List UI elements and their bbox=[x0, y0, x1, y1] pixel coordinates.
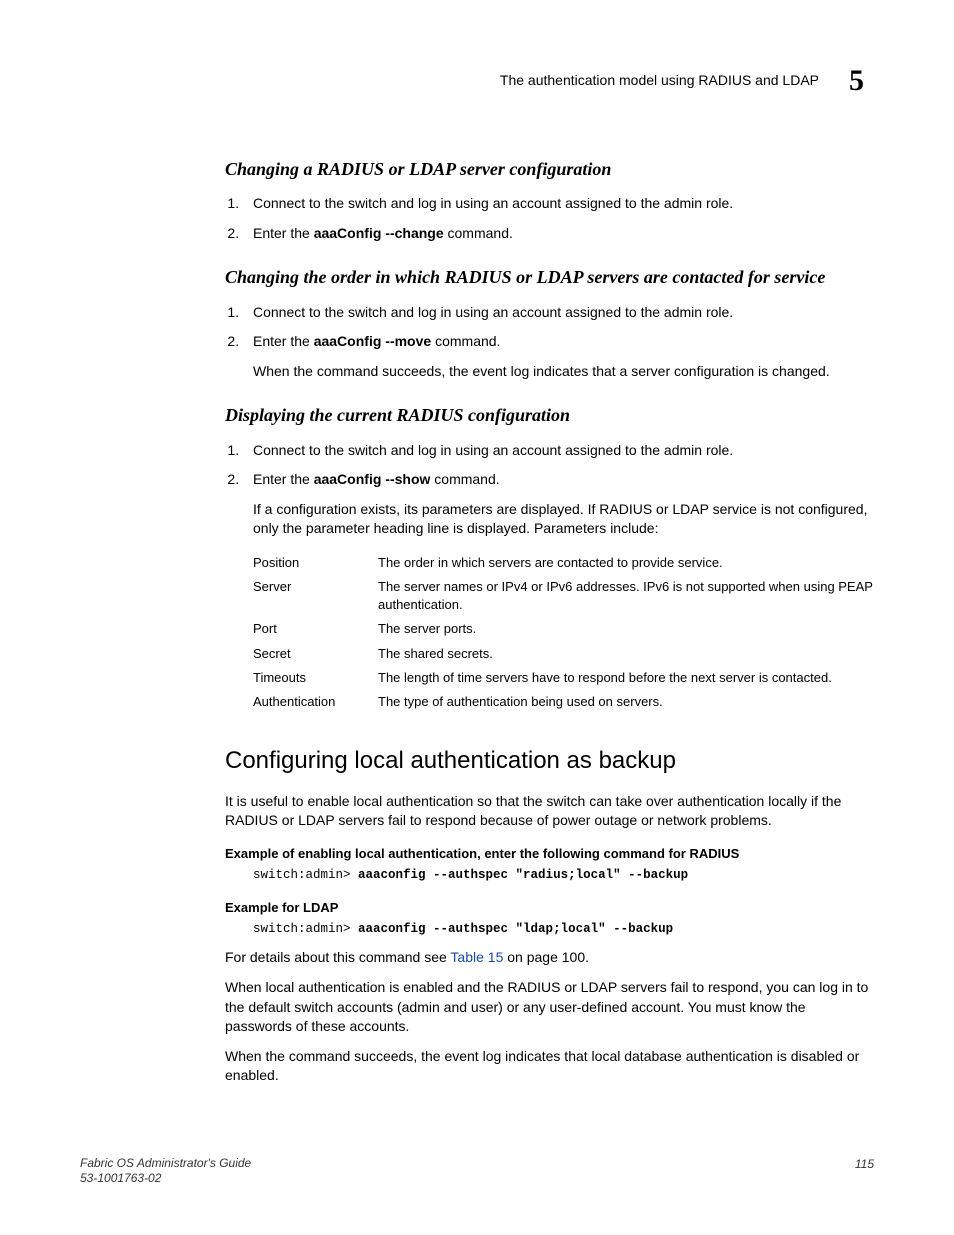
param-key: Authentication bbox=[253, 693, 378, 711]
param-value: The server ports. bbox=[378, 620, 874, 638]
page-footer: Fabric OS Administrator's Guide 53-10017… bbox=[80, 1156, 874, 1187]
step-text: command. bbox=[431, 333, 500, 349]
steps-changing-order: Connect to the switch and log in using a… bbox=[243, 303, 874, 352]
param-value: The shared secrets. bbox=[378, 645, 874, 663]
param-key: Position bbox=[253, 554, 378, 572]
param-key: Secret bbox=[253, 645, 378, 663]
cmd-name: aaaConfig bbox=[314, 471, 382, 487]
footer-doc-id: 53-1001763-02 bbox=[80, 1171, 251, 1187]
param-value: The length of time servers have to respo… bbox=[378, 669, 874, 687]
example-title: Example for LDAP bbox=[225, 899, 874, 917]
param-value: The server names or IPv4 or IPv6 address… bbox=[378, 578, 874, 614]
prompt: switch:admin> bbox=[253, 922, 358, 936]
cmd-name: aaaConfig bbox=[314, 225, 382, 241]
paragraph: When local authentication is enabled and… bbox=[225, 978, 874, 1037]
param-key: Timeouts bbox=[253, 669, 378, 687]
footer-page-number: 115 bbox=[855, 1156, 874, 1187]
cmd-option: --move bbox=[385, 333, 431, 349]
heading-changing-config: Changing a RADIUS or LDAP server configu… bbox=[225, 157, 874, 182]
param-value: The type of authentication being used on… bbox=[378, 693, 874, 711]
cmd-option: --show bbox=[385, 471, 430, 487]
step-text: Enter the bbox=[253, 225, 314, 241]
param-key: Port bbox=[253, 620, 378, 638]
table-row: PositionThe order in which servers are c… bbox=[253, 551, 874, 575]
cmd-option: --change bbox=[385, 225, 443, 241]
cmd-text: aaaconfig --authspec "radius;local" --ba… bbox=[358, 868, 688, 882]
footer-doc-title: Fabric OS Administrator's Guide bbox=[80, 1156, 251, 1172]
chapter-number: 5 bbox=[849, 60, 864, 102]
running-header-title: The authentication model using RADIUS an… bbox=[500, 71, 819, 91]
step-text: Connect to the switch and log in using a… bbox=[253, 442, 733, 458]
running-header: The authentication model using RADIUS an… bbox=[225, 60, 874, 102]
step-item: Enter the aaaConfig --move command. bbox=[243, 332, 874, 352]
step-item: Connect to the switch and log in using a… bbox=[243, 303, 874, 323]
step-text: Enter the bbox=[253, 471, 314, 487]
step-item: Connect to the switch and log in using a… bbox=[243, 441, 874, 461]
step-item: Connect to the switch and log in using a… bbox=[243, 194, 874, 214]
steps-changing-config: Connect to the switch and log in using a… bbox=[243, 194, 874, 243]
paragraph: It is useful to enable local authenticat… bbox=[225, 792, 874, 831]
table-row: SecretThe shared secrets. bbox=[253, 642, 874, 666]
step-text: Connect to the switch and log in using a… bbox=[253, 195, 733, 211]
table-row: ServerThe server names or IPv4 or IPv6 a… bbox=[253, 575, 874, 617]
heading-local-auth-backup: Configuring local authentication as back… bbox=[225, 744, 874, 778]
step-item: Enter the aaaConfig --change command. bbox=[243, 224, 874, 244]
heading-changing-order: Changing the order in which RADIUS or LD… bbox=[225, 265, 874, 290]
cmd-text: aaaconfig --authspec "ldap;local" --back… bbox=[358, 922, 673, 936]
step-note: When the command succeeds, the event log… bbox=[253, 362, 874, 382]
paragraph: When the command succeeds, the event log… bbox=[225, 1047, 874, 1086]
step-note: If a configuration exists, its parameter… bbox=[253, 500, 874, 539]
code-block: switch:admin> aaaconfig --authspec "ldap… bbox=[253, 921, 874, 939]
steps-displaying-config: Connect to the switch and log in using a… bbox=[243, 441, 874, 490]
step-text: Enter the bbox=[253, 333, 314, 349]
heading-displaying-config: Displaying the current RADIUS configurat… bbox=[225, 403, 874, 428]
parameter-table: PositionThe order in which servers are c… bbox=[253, 551, 874, 714]
code-block: switch:admin> aaaconfig --authspec "radi… bbox=[253, 867, 874, 885]
step-item: Enter the aaaConfig --show command. bbox=[243, 470, 874, 490]
table-row: AuthenticationThe type of authentication… bbox=[253, 690, 874, 714]
step-text: command. bbox=[444, 225, 513, 241]
param-key: Server bbox=[253, 578, 378, 614]
table-row: PortThe server ports. bbox=[253, 617, 874, 641]
prompt: switch:admin> bbox=[253, 868, 358, 882]
cross-ref-link[interactable]: Table 15 bbox=[450, 949, 503, 965]
table-row: TimeoutsThe length of time servers have … bbox=[253, 666, 874, 690]
paragraph: For details about this command see Table… bbox=[225, 948, 874, 968]
cmd-name: aaaConfig bbox=[314, 333, 382, 349]
text: For details about this command see bbox=[225, 949, 450, 965]
example-title: Example of enabling local authentication… bbox=[225, 845, 874, 863]
step-text: Connect to the switch and log in using a… bbox=[253, 304, 733, 320]
text: on page 100. bbox=[503, 949, 589, 965]
param-value: The order in which servers are contacted… bbox=[378, 554, 874, 572]
step-text: command. bbox=[430, 471, 499, 487]
